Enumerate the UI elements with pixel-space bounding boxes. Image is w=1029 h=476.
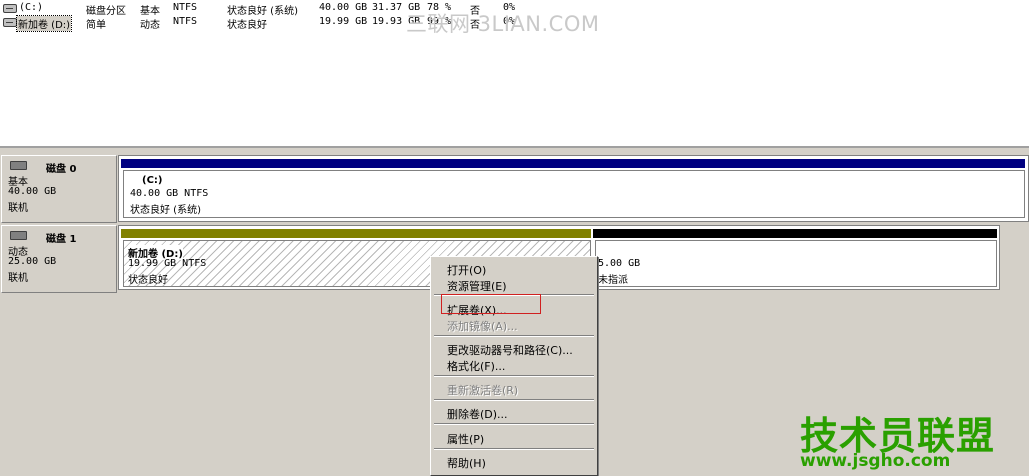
menu-separator xyxy=(434,423,594,425)
partition-c-bar xyxy=(121,159,1025,168)
volume-icon xyxy=(3,4,17,13)
volume-fs: NTFS xyxy=(173,2,198,13)
disk-state: 联机 xyxy=(8,203,28,214)
disk-0-partitions: (C:) 40.00 GB NTFS 状态良好 (系统) xyxy=(118,155,1029,222)
partition-d-bar xyxy=(121,229,591,238)
volume-icon xyxy=(3,18,17,27)
volume-capacity: 40.00 GB xyxy=(319,2,368,13)
menu-separator xyxy=(434,399,594,401)
menu-separator xyxy=(434,375,594,377)
menu-separator xyxy=(434,448,594,450)
volume-type: 动态 xyxy=(140,20,160,31)
unallocated-bar xyxy=(593,229,997,238)
watermark-text: 三联网 3LIAN.COM xyxy=(406,12,600,36)
menu-explore[interactable]: 资源管理(E) xyxy=(447,278,507,294)
partition-size-fs: 40.00 GB NTFS xyxy=(130,188,209,199)
menu-properties[interactable]: 属性(P) xyxy=(447,431,484,447)
menu-add-mirror: 添加镜像(A)... xyxy=(447,320,518,333)
disk-icon xyxy=(10,231,27,240)
disk-title: 磁盘 1 xyxy=(46,234,77,245)
volume-capacity: 19.99 GB xyxy=(319,16,368,27)
partition-status: 状态良好 (系统) xyxy=(130,205,201,216)
volume-layout: 简单 xyxy=(86,20,106,31)
volume-status: 状态良好 xyxy=(227,20,267,31)
menu-separator xyxy=(434,335,594,337)
context-menu: 打开(O) 资源管理(E) 扩展卷(X)... 添加镜像(A)... 更改驱动器… xyxy=(430,256,598,476)
volume-name: (C:) xyxy=(19,2,44,13)
disk-state: 联机 xyxy=(8,273,28,284)
partition-status: 状态良好 xyxy=(128,275,168,286)
menu-format[interactable]: 格式化(F)... xyxy=(447,358,505,374)
menu-change-drive-letter[interactable]: 更改驱动器号和路径(C)... xyxy=(447,342,573,358)
unallocated-size: 5.00 GB xyxy=(598,258,641,269)
menu-delete-volume[interactable]: 删除卷(D)... xyxy=(447,406,508,422)
partition-name: (C:) xyxy=(142,175,163,186)
annotation-highlight-box xyxy=(441,294,541,314)
partition-size-fs: 19.99 GB NTFS xyxy=(128,258,207,269)
volume-fs: NTFS xyxy=(173,16,198,27)
disk-title: 磁盘 0 xyxy=(46,164,77,175)
disk-0-label[interactable]: 磁盘 0 基本 40.00 GB 联机 xyxy=(1,155,117,223)
disk-size: 40.00 GB xyxy=(8,186,57,197)
disk-icon xyxy=(10,161,27,170)
menu-help[interactable]: 帮助(H) xyxy=(447,455,486,471)
partition-c[interactable]: (C:) 40.00 GB NTFS 状态良好 (系统) xyxy=(123,170,1025,218)
volume-name: 新加卷 (D:) xyxy=(15,15,73,32)
menu-open[interactable]: 打开(O) xyxy=(447,262,486,278)
menu-reactivate-volume: 重新激活卷(R) xyxy=(447,384,519,397)
disk-1-label[interactable]: 磁盘 1 动态 25.00 GB 联机 xyxy=(1,225,117,293)
unallocated-space[interactable]: 5.00 GB 未指派 xyxy=(595,240,997,287)
disk-size: 25.00 GB xyxy=(8,256,57,267)
site-url: www.jsgho.com xyxy=(800,451,951,471)
unallocated-status: 未指派 xyxy=(598,275,628,286)
volume-list[interactable]: (C:) 磁盘分区 基本 NTFS 状态良好 (系统) 40.00 GB 31.… xyxy=(0,0,1029,148)
